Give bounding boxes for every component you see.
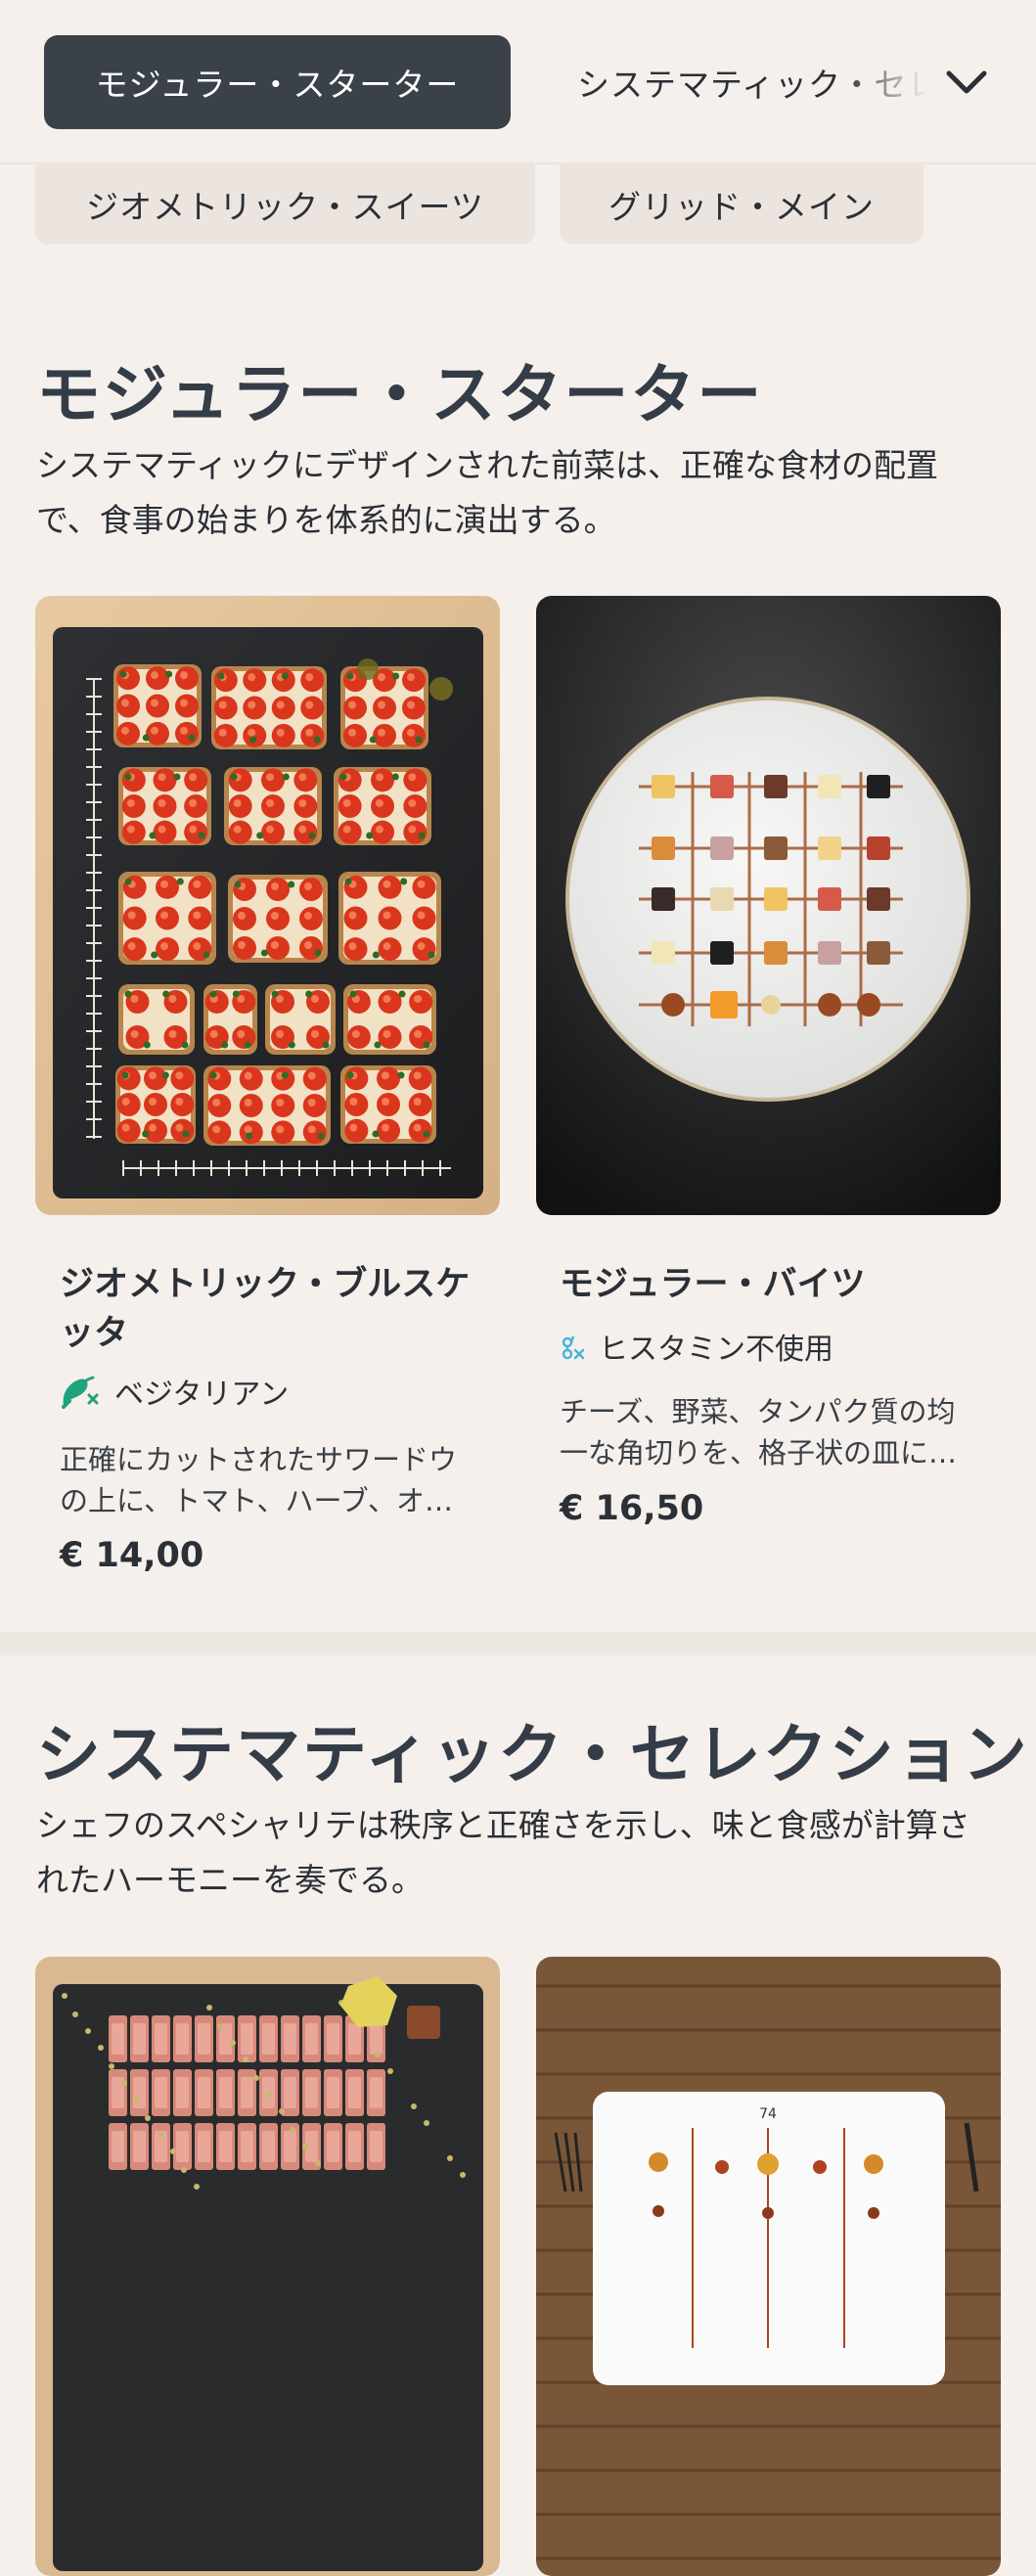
svg-text:74: 74 bbox=[759, 2106, 777, 2122]
menu-item-name[interactable]: モジュラー・バイツ bbox=[560, 1260, 970, 1309]
modular-bites-photo bbox=[536, 596, 1001, 1215]
histamine-free-icon bbox=[560, 1331, 585, 1362]
menu-item-image[interactable] bbox=[536, 596, 1001, 1215]
menu-item-image[interactable] bbox=[35, 1957, 500, 2576]
menu-item-price: € 14,00 bbox=[60, 1536, 204, 1575]
menu-item-name[interactable]: ジオメトリック・ブルスケッタ bbox=[60, 1260, 471, 1358]
tag-label: ベジタリアン bbox=[114, 1378, 290, 1412]
dietary-tag-vegetarian: ベジタリアン bbox=[60, 1370, 289, 1413]
menu-item-image[interactable] bbox=[35, 596, 500, 1215]
tag-label: ヒスタミン不使用 bbox=[599, 1333, 833, 1367]
chevron-down-icon bbox=[946, 70, 987, 94]
grid-dessert-photo: 74 bbox=[536, 1957, 1001, 2576]
expand-categories-button[interactable] bbox=[937, 53, 996, 112]
section-description: シェフのスペシャリテは秩序と正確さを示し、味と食感が計算されたハーモニーを奏でる… bbox=[36, 1806, 970, 1899]
bruschetta-photo bbox=[35, 596, 500, 1215]
dietary-tag-histamine-free: ヒスタミン不使用 bbox=[560, 1325, 833, 1368]
menu-item-image[interactable]: 74 bbox=[536, 1957, 1001, 2576]
chip-grid-mains[interactable]: グリッド・メイン bbox=[560, 164, 923, 245]
menu-item-description: チーズ、野菜、タンパク質の均一な角切りを、格子状の皿に並べて。 bbox=[560, 1395, 958, 1469]
tab-modular-starters[interactable]: モジュラー・スターター bbox=[44, 35, 511, 129]
chip-label: ジオメトリック・スイーツ bbox=[86, 188, 484, 226]
menu-item-price: € 16,50 bbox=[560, 1489, 704, 1528]
category-nav: モジュラー・スターター システマティック・セレクション bbox=[0, 0, 1036, 164]
menu-item-description: 正確にカットされたサワードウの上に、トマト、ハーブ、オリーブオイルを幾何学的に配… bbox=[60, 1443, 458, 1517]
tab-label: モジュラー・スターター bbox=[95, 66, 460, 104]
chip-label: グリッド・メイン bbox=[608, 188, 875, 226]
seared-tuna-photo bbox=[35, 1957, 500, 2576]
vegetarian-icon bbox=[60, 1374, 101, 1409]
section-divider bbox=[0, 1632, 1036, 1655]
section-description: システマティックにデザインされた前菜は、正確な食材の配置で、食事の始まりを体系的… bbox=[36, 446, 939, 539]
section-title: モジュラー・スターター bbox=[36, 357, 764, 432]
section-title: システマティック・セレクション bbox=[36, 1717, 1029, 1792]
tab-fade-overlay bbox=[841, 35, 949, 129]
chip-geometric-sweets[interactable]: ジオメトリック・スイーツ bbox=[35, 164, 535, 245]
